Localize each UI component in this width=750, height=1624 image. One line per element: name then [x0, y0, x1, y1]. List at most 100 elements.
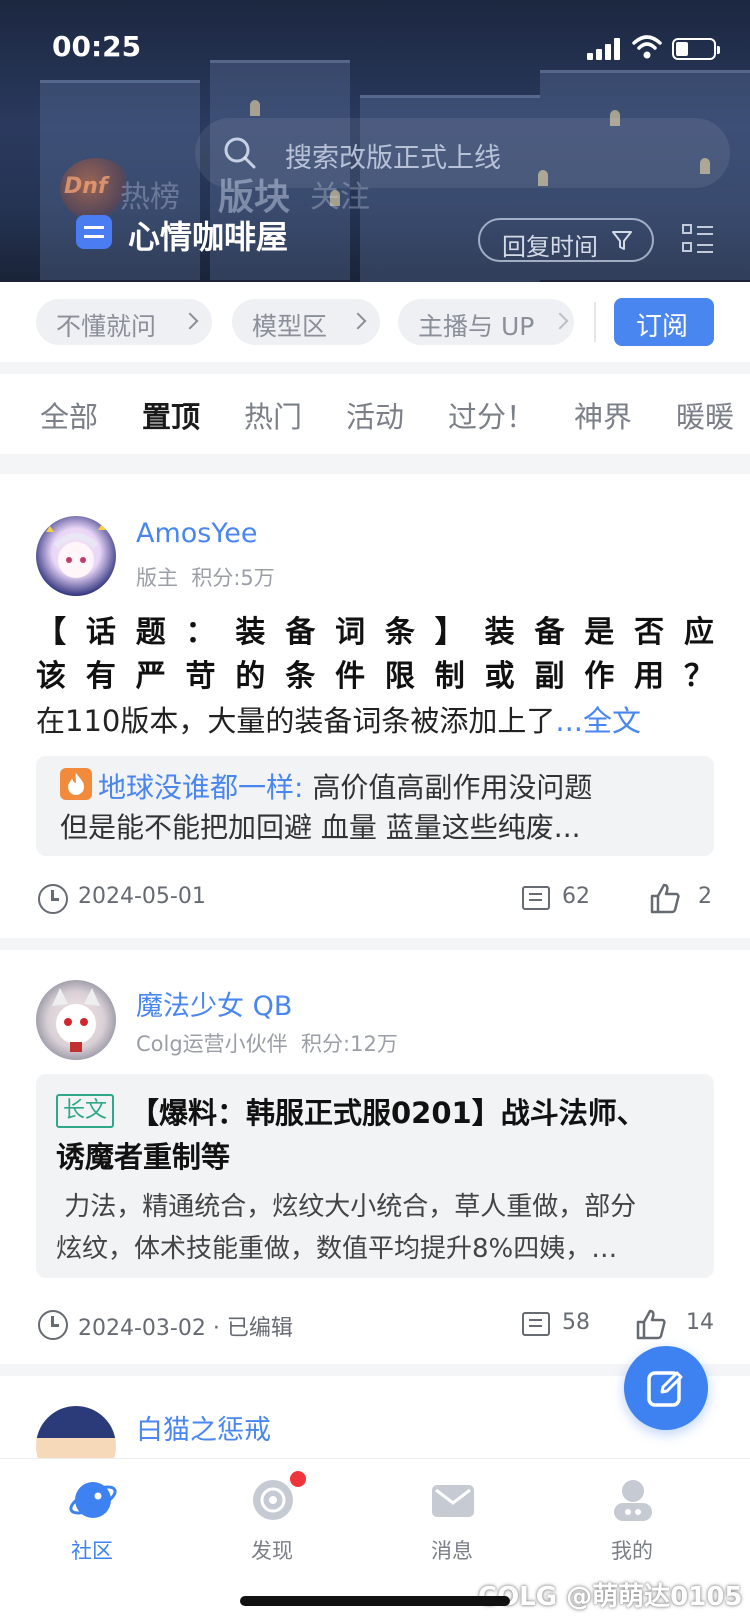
- clock-icon: [38, 1310, 68, 1340]
- nav-label: 发现: [251, 1539, 293, 1563]
- author-name[interactable]: 魔法少女 QB: [136, 984, 292, 1023]
- battery-icon: [672, 38, 720, 60]
- post-card[interactable]: 魔法少女 QB Colg运营小伙伴 积分:12万 长文 【爆料：韩服正式服020…: [0, 950, 750, 1364]
- nav-label: 我的: [611, 1539, 653, 1563]
- board-header: 00:25 搜索改版正式上线 Dnf 热榜 版块 关注 心情咖啡屋 回复时间: [0, 0, 750, 282]
- nav-label: 消息: [431, 1539, 473, 1563]
- chip-label: 不懂就问: [56, 312, 157, 341]
- chip-board[interactable]: 主播与 UP: [398, 299, 574, 345]
- watermark: COLG @萌萌达0105: [478, 1582, 743, 1612]
- nav-messages[interactable]: 消息: [392, 1469, 512, 1569]
- related-boards-bar: 不懂就问 模型区 主播与 UP 订阅: [0, 282, 750, 362]
- like-count: 2: [698, 884, 712, 909]
- tab-all[interactable]: 全部: [40, 394, 98, 436]
- chevron-right-icon: [349, 312, 367, 330]
- status-time: 00:25: [52, 30, 142, 63]
- search-placeholder: 搜索改版正式上线: [285, 143, 501, 174]
- nav-profile[interactable]: 我的: [572, 1469, 692, 1569]
- tab-pinned[interactable]: 置顶: [142, 394, 200, 436]
- comment-count: 62: [562, 884, 590, 909]
- comment-count: 58: [562, 1310, 590, 1335]
- avatar[interactable]: [36, 516, 116, 596]
- sort-button[interactable]: 回复时间: [478, 218, 654, 262]
- mail-icon: [432, 1485, 474, 1517]
- post-title-line: 【爆料：韩服正式服0201】战斗法师、: [130, 1096, 646, 1130]
- author-name[interactable]: 白猫之惩戒: [136, 1408, 271, 1447]
- comment-icon[interactable]: [522, 886, 550, 910]
- author-name[interactable]: AmosYee: [136, 518, 258, 549]
- tab-nuannuan[interactable]: 暖暖: [676, 394, 734, 436]
- author-meta: Colg运营小伙伴 积分:12万: [136, 1028, 398, 1058]
- planet-icon: [69, 1482, 117, 1518]
- profile-icon: [614, 1480, 652, 1521]
- post-footer: 2024-05-01 62 2: [36, 878, 714, 918]
- post-title-line[interactable]: 【话题：装备词条】装备是否应: [36, 610, 714, 656]
- filter-icon: [612, 231, 632, 250]
- post-summary-line: 炫纹，体术技能重做，数值平均提升8%四姨，…: [56, 1234, 618, 1264]
- avatar[interactable]: [36, 980, 116, 1060]
- nav-community[interactable]: 社区: [32, 1469, 152, 1569]
- home-indicator[interactable]: [240, 1596, 510, 1606]
- hot-fire-icon: [60, 768, 92, 800]
- comment-text: 高价值高副作用没问题: [312, 771, 593, 804]
- nav-discover[interactable]: 发现: [212, 1469, 332, 1569]
- post-summary-line: 力法，精通统合，炫纹大小统合，草人重做，部分: [56, 1192, 637, 1222]
- subscribe-button[interactable]: 订阅: [614, 298, 714, 346]
- layout-toggle-icon[interactable]: [682, 224, 714, 254]
- author-role: Colg运营小伙伴: [136, 1032, 288, 1056]
- chip-board[interactable]: 模型区: [232, 299, 380, 345]
- tab-hot[interactable]: 热榜: [120, 172, 180, 216]
- author-meta: 版主 积分:5万: [136, 562, 275, 592]
- status-bar: 00:25: [0, 28, 750, 68]
- hot-comment[interactable]: 地球没谁都一样: 高价值高副作用没问题 但是能不能把加回避 血量 蓝量这些纯废.…: [36, 756, 714, 856]
- cellular-signal-icon: [587, 38, 623, 60]
- comment-icon[interactable]: [522, 1312, 550, 1336]
- category-tabs: 全部 置顶 热门 活动 过分！ 神界 暖暖: [0, 374, 750, 454]
- clock-icon: [38, 884, 68, 914]
- tab-hot-posts[interactable]: 热门: [244, 394, 302, 436]
- thumbs-up-icon[interactable]: [650, 882, 680, 914]
- tab-excessive[interactable]: 过分！: [448, 394, 535, 436]
- chip-board[interactable]: 不懂就问: [36, 299, 212, 345]
- post-card[interactable]: AmosYee 版主 积分:5万 【话题：装备词条】装备是否应 该有严苛的条件限…: [0, 474, 750, 938]
- switch-board-icon[interactable]: [76, 215, 112, 249]
- author-points: 积分:5万: [191, 566, 275, 590]
- compose-post-button[interactable]: [624, 1346, 708, 1430]
- post-date: 2024-05-01: [78, 884, 206, 909]
- post-title-line: 诱魔者重制等: [56, 1140, 231, 1174]
- chip-label: 模型区: [252, 312, 328, 341]
- tab-divine-realm[interactable]: 神界: [574, 394, 632, 436]
- read-more-link[interactable]: ...全文: [555, 704, 641, 738]
- post-date: 2024-03-02 · 已编辑: [78, 1310, 293, 1342]
- post-title-line[interactable]: 该有严苛的条件限制或副作用？: [36, 654, 714, 700]
- comment-user[interactable]: 地球没谁都一样:: [98, 771, 303, 804]
- thumbs-up-icon[interactable]: [636, 1308, 666, 1340]
- like-count: 14: [686, 1310, 714, 1335]
- sort-label: 回复时间: [502, 233, 598, 261]
- search-icon: [224, 137, 256, 169]
- post-preview[interactable]: 长文 【爆料：韩服正式服0201】战斗法师、 诱魔者重制等 力法，精通统合，炫纹…: [36, 1074, 714, 1278]
- divider: [594, 302, 596, 342]
- avatar[interactable]: [36, 1406, 116, 1458]
- post-excerpt[interactable]: 在110版本，大量的装备词条被添加上了...全文: [36, 700, 714, 742]
- edit-icon: [647, 1371, 683, 1407]
- post-footer: 2024-03-02 · 已编辑 58 14: [36, 1304, 714, 1344]
- subscribe-label: 订阅: [636, 311, 689, 341]
- chevron-right-icon: [181, 312, 199, 330]
- chevron-right-icon: [551, 312, 569, 330]
- comment-text: 但是能不能把加回避 血量 蓝量这些纯废...: [60, 811, 581, 844]
- nav-label: 社区: [71, 1539, 113, 1563]
- chip-label: 主播与 UP: [418, 312, 535, 341]
- wifi-icon: [632, 35, 662, 59]
- excerpt-text: 在110版本，大量的装备词条被添加上了: [36, 704, 556, 738]
- comment-line: 地球没谁都一样: 高价值高副作用没问题: [98, 766, 592, 806]
- notification-badge: [290, 1471, 306, 1487]
- author-role: 版主: [136, 566, 178, 590]
- board-name: 心情咖啡屋: [128, 218, 289, 256]
- date-text: 2024-03-02: [78, 1316, 206, 1341]
- edited-label: · 已编辑: [212, 1316, 293, 1341]
- tab-follow[interactable]: 关注: [310, 172, 370, 216]
- author-points: 积分:12万: [301, 1032, 398, 1056]
- tab-events[interactable]: 活动: [346, 394, 404, 436]
- long-article-tag: 长文: [56, 1094, 115, 1128]
